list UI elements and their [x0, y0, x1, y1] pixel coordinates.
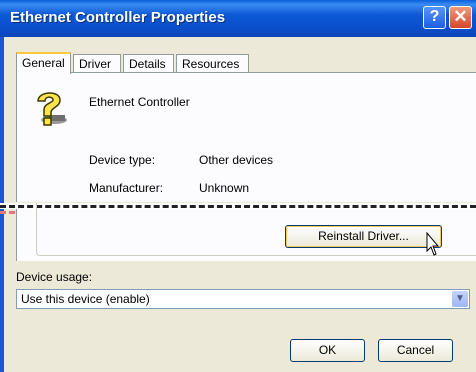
mouse-cursor-icon	[426, 232, 440, 256]
cancel-button[interactable]: Cancel	[378, 339, 453, 362]
device-type-value: Other devices	[199, 153, 274, 167]
ok-button[interactable]: OK	[290, 339, 365, 362]
manufacturer-value: Unknown	[199, 181, 250, 195]
tab-general[interactable]: General	[16, 52, 71, 74]
device-usage-value: Use this device (enable)	[21, 292, 150, 306]
device-usage-label: Device usage:	[16, 270, 93, 284]
unknown-device-question-icon	[37, 92, 67, 126]
tab-resources[interactable]: Resources	[176, 54, 249, 73]
title-bar[interactable]: Ethernet Controller Properties ? ✕	[0, 0, 476, 37]
tab-details[interactable]: Details	[123, 54, 174, 73]
reinstall-driver-button[interactable]: Reinstall Driver...	[285, 225, 442, 248]
device-name: Ethernet Controller	[89, 95, 190, 109]
close-button[interactable]: ✕	[449, 6, 472, 29]
device-type-label: Device type:	[89, 153, 156, 167]
chevron-down-icon[interactable]: ▼	[452, 291, 468, 307]
properties-dialog: Ethernet Controller Properties ? ✕ Gener…	[0, 0, 476, 372]
window-title: Ethernet Controller Properties	[10, 9, 226, 26]
tab-driver[interactable]: Driver	[73, 54, 121, 73]
help-button[interactable]: ?	[423, 6, 446, 29]
manufacturer-label: Manufacturer:	[89, 181, 164, 195]
device-usage-select[interactable]: Use this device (enable) ▼	[16, 289, 470, 309]
